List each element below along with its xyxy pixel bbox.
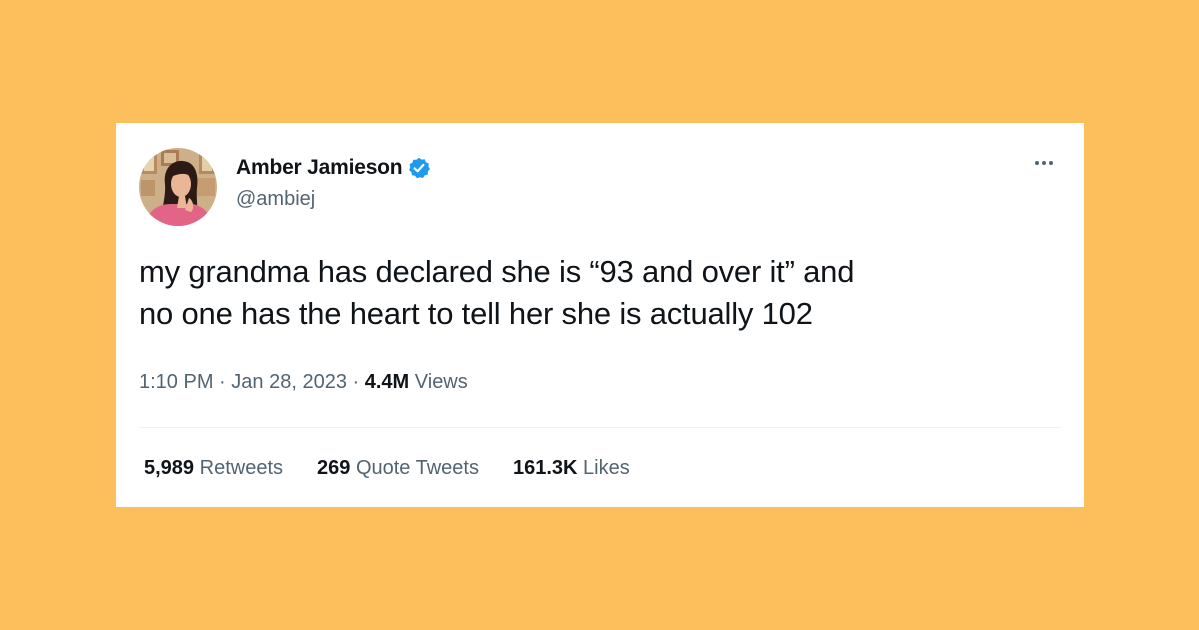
profile-photo-avatar <box>139 148 217 226</box>
more-dot <box>1049 161 1053 165</box>
tweet-meta: 1:10 PM · Jan 28, 2023 · 4.4M Views <box>139 371 468 394</box>
quote-tweets-stat[interactable]: 269 Quote Tweets <box>317 457 479 480</box>
retweets-stat[interactable]: 5,989 Retweets <box>144 457 283 480</box>
author-name-row: Amber Jamieson <box>236 155 431 181</box>
likes-stat[interactable]: 161.3K Likes <box>513 457 630 480</box>
retweets-label: Retweets <box>199 457 283 479</box>
retweets-count: 5,989 <box>144 457 195 479</box>
views-count: 4.4M <box>364 371 410 393</box>
meta-separator: · <box>352 371 360 393</box>
tweet-card: Amber Jamieson @ambiej my grandma has de… <box>116 123 1084 507</box>
views-label: Views <box>414 371 468 393</box>
meta-separator: · <box>219 371 226 393</box>
more-dot <box>1035 161 1039 165</box>
tweet-text: my grandma has declared she is “93 and o… <box>139 251 1059 335</box>
tweet-text-line: no one has the heart to tell her she is … <box>139 296 813 331</box>
author-avatar[interactable] <box>139 148 217 226</box>
tweet-text-line: my grandma has declared she is “93 and o… <box>139 254 855 289</box>
author-handle[interactable]: @ambiej <box>236 188 315 211</box>
quote-tweets-label: Quote Tweets <box>355 457 479 479</box>
more-options-icon[interactable] <box>1031 157 1057 169</box>
more-dot <box>1042 161 1046 165</box>
tweet-date[interactable]: Jan 28, 2023 <box>231 371 347 393</box>
likes-count: 161.3K <box>512 457 578 479</box>
verified-badge-icon <box>408 157 431 179</box>
divider <box>139 427 1061 428</box>
likes-label: Likes <box>583 457 630 479</box>
tweet-stats: 5,989 Retweets 269 Quote Tweets 161.3K L… <box>144 457 630 480</box>
author-display-name[interactable]: Amber Jamieson <box>236 156 403 180</box>
quote-tweets-count: 269 <box>317 457 351 479</box>
tweet-time[interactable]: 1:10 PM <box>139 371 213 393</box>
